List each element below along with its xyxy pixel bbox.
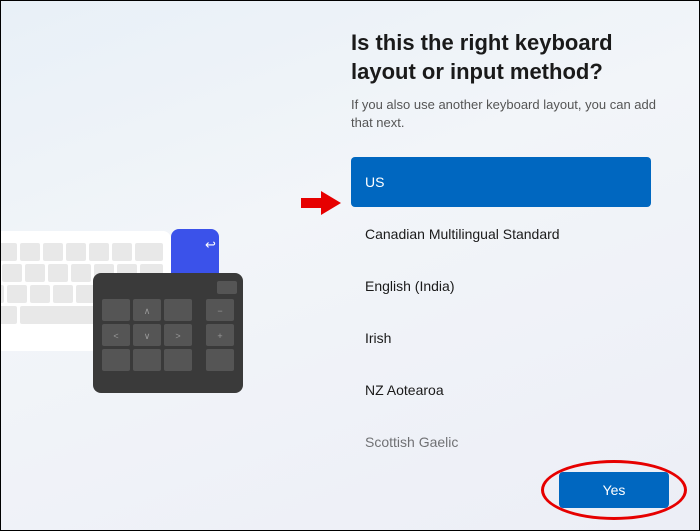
layout-option-label: Scottish Gaelic	[365, 434, 458, 450]
layout-option-us[interactable]: US	[351, 157, 651, 207]
layout-option-label: US	[365, 174, 384, 190]
keyboard-illustration: ↩ ∧ < ∨ > − +	[1, 201, 281, 411]
layout-option-label: Canadian Multilingual Standard	[365, 226, 560, 242]
svg-text:∧: ∧	[144, 306, 151, 316]
layout-option-irish[interactable]: Irish	[351, 313, 651, 363]
layout-option-english-india[interactable]: English (India)	[351, 261, 651, 311]
svg-text:∨: ∨	[144, 331, 151, 341]
layout-option-canadian-multilingual[interactable]: Canadian Multilingual Standard	[351, 209, 651, 259]
layout-option-scottish-gaelic[interactable]: Scottish Gaelic	[351, 417, 651, 467]
oobe-panel: Is this the right keyboard layout or inp…	[351, 29, 671, 469]
page-title: Is this the right keyboard layout or inp…	[351, 29, 671, 86]
layout-option-nz-aotearoa[interactable]: NZ Aotearoa	[351, 365, 651, 415]
pointer-arrow-annotation	[301, 191, 341, 215]
svg-text:<: <	[113, 331, 118, 341]
svg-text:−: −	[217, 306, 222, 316]
layout-option-label: NZ Aotearoa	[365, 382, 444, 398]
layout-option-label: English (India)	[365, 278, 455, 294]
yes-button[interactable]: Yes	[559, 472, 669, 508]
yes-button-label: Yes	[603, 482, 626, 498]
layout-option-label: Irish	[365, 330, 391, 346]
keyboard-layout-list: US Canadian Multilingual Standard Englis…	[351, 157, 651, 467]
page-subtitle: If you also use another keyboard layout,…	[351, 96, 671, 132]
svg-text:>: >	[175, 331, 180, 341]
svg-text:↩: ↩	[205, 237, 216, 252]
svg-text:+: +	[217, 331, 222, 341]
